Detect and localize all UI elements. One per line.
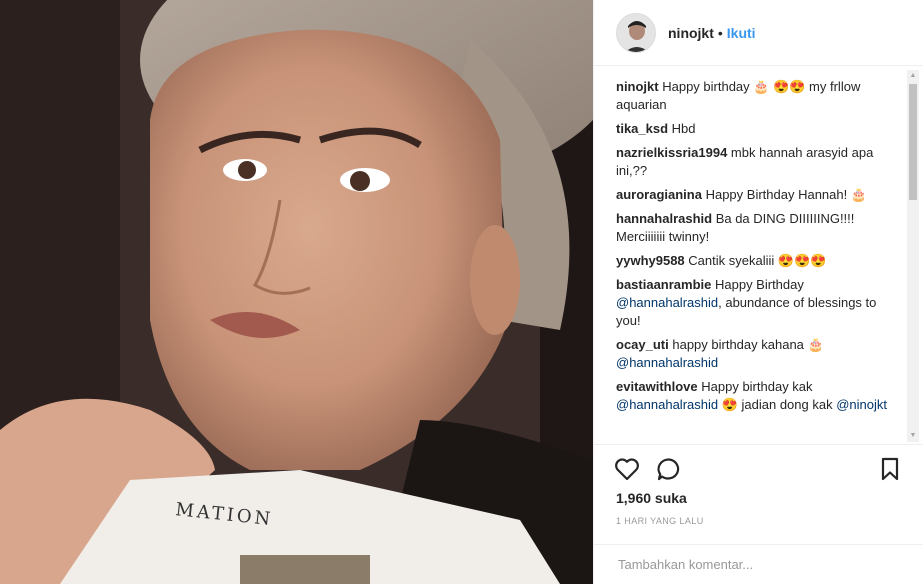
comment-item: hannahalrashid Ba da DING DIIIIIING!!!! … bbox=[616, 210, 896, 246]
comment-username[interactable]: ninojkt bbox=[616, 79, 659, 94]
comment-username[interactable]: evitawithlove bbox=[616, 379, 698, 394]
comment-text: Happy birthday kak bbox=[697, 379, 813, 394]
comment-text: Hbd bbox=[668, 121, 696, 136]
comment-item: ocay_uti happy birthday kahana 🎂 @hannah… bbox=[616, 336, 896, 372]
follow-button[interactable]: Ikuti bbox=[727, 25, 756, 41]
comments-list[interactable]: ninojkt Happy birthday 🎂 😍😍 my frllow aq… bbox=[616, 78, 896, 444]
likes-count[interactable]: 1,960 suka bbox=[616, 490, 687, 506]
bookmark-icon[interactable] bbox=[880, 457, 900, 486]
comment-item: auroragianina Happy Birthday Hannah! 🎂 bbox=[616, 186, 896, 204]
comment-item: evitawithlove Happy birthday kak @hannah… bbox=[616, 378, 896, 414]
header-username[interactable]: ninojkt bbox=[668, 25, 714, 41]
scroll-down-arrow-icon[interactable]: ▼ bbox=[907, 430, 919, 442]
separator-dot: • bbox=[717, 24, 723, 41]
comment-mention[interactable]: @hannahalrashid bbox=[616, 397, 718, 412]
post-timestamp: 1 HARI YANG LALU bbox=[616, 516, 704, 526]
comment-username[interactable]: bastiaanrambie bbox=[616, 277, 711, 292]
comments-scrollbar[interactable]: ▲ ▼ bbox=[907, 70, 919, 442]
comment-text-after: 😍 jadian dong kak bbox=[718, 397, 837, 412]
post-header: ninojkt • Ikuti bbox=[594, 0, 923, 66]
post-photo[interactable]: MATION bbox=[0, 0, 593, 584]
comment-item: ninojkt Happy birthday 🎂 😍😍 my frllow aq… bbox=[616, 78, 896, 114]
comment-item: nazrielkissria1994 mbk hannah arasyid ap… bbox=[616, 144, 896, 180]
comment-mention[interactable]: @hannahalrashid bbox=[616, 295, 718, 310]
comment-mention[interactable]: @ninojkt bbox=[836, 397, 887, 412]
comment-item: yywhy9588 Cantik syekaliii 😍😍😍 bbox=[616, 252, 896, 270]
scrollbar-thumb[interactable] bbox=[909, 84, 917, 200]
comment-mention[interactable]: @hannahalrashid bbox=[616, 355, 718, 370]
comment-text: Happy Birthday bbox=[711, 277, 804, 292]
comment-item: tika_ksd Hbd bbox=[616, 120, 896, 138]
speech-bubble-icon[interactable] bbox=[656, 457, 682, 486]
portrait-image: MATION bbox=[0, 0, 593, 584]
add-comment-bar bbox=[594, 544, 923, 585]
comment-username[interactable]: ocay_uti bbox=[616, 337, 669, 352]
add-comment-input[interactable] bbox=[616, 556, 900, 573]
comment-item: bastiaanrambie Happy Birthday @hannahalr… bbox=[616, 276, 896, 330]
comment-username[interactable]: hannahalrashid bbox=[616, 211, 712, 226]
post-actions bbox=[594, 444, 923, 493]
comment-username[interactable]: nazrielkissria1994 bbox=[616, 145, 727, 160]
comment-text: Cantik syekaliii 😍😍😍 bbox=[684, 253, 827, 268]
avatar[interactable] bbox=[616, 12, 656, 53]
comment-username[interactable]: tika_ksd bbox=[616, 121, 668, 136]
heart-icon[interactable] bbox=[614, 457, 640, 486]
comment-username[interactable]: auroragianina bbox=[616, 187, 702, 202]
comment-text: happy birthday kahana 🎂 bbox=[668, 337, 824, 352]
comment-text: Happy Birthday Hannah! 🎂 bbox=[701, 187, 868, 202]
avatar-image bbox=[617, 13, 655, 52]
scroll-up-arrow-icon[interactable]: ▲ bbox=[907, 70, 919, 82]
post-detail-panel: ninojkt • Ikuti ninojkt Happy birthday 🎂… bbox=[593, 0, 923, 584]
comment-username[interactable]: yywhy9588 bbox=[616, 253, 685, 268]
